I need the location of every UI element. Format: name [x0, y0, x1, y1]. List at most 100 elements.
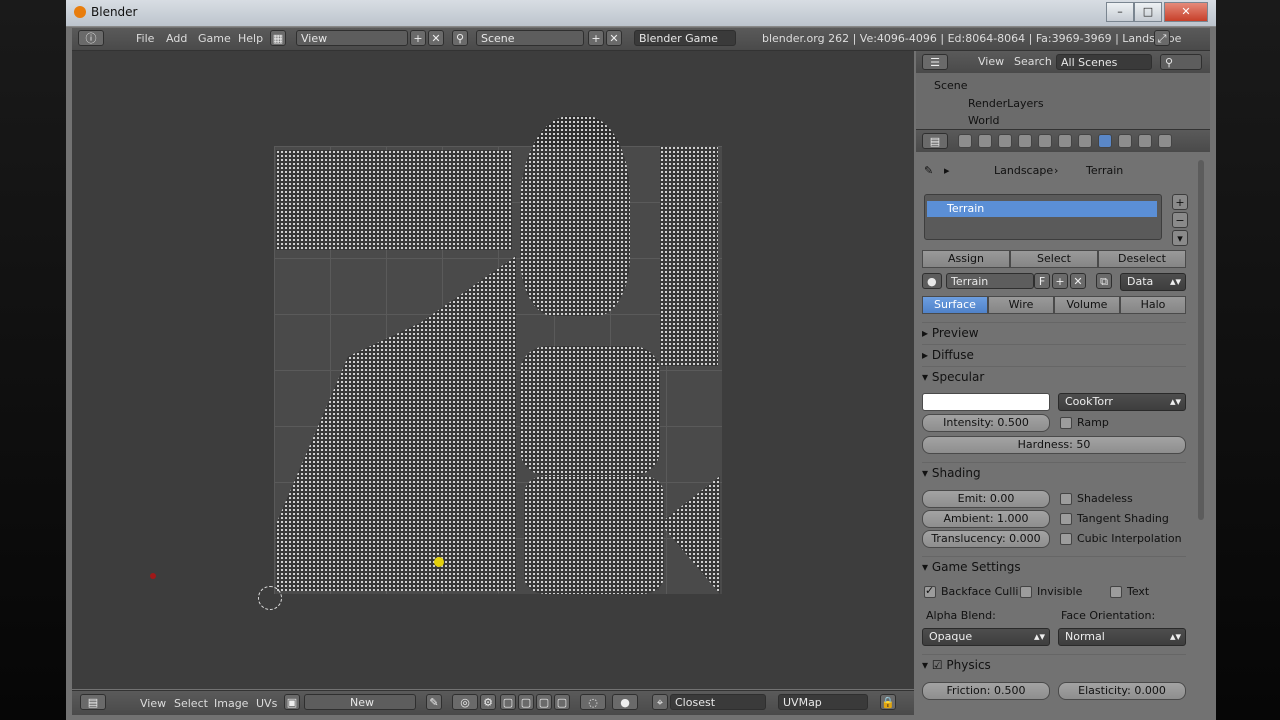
tab-wire[interactable]: Wire	[988, 296, 1054, 314]
outliner-item-renderlayers[interactable]: RenderLayers	[968, 97, 1044, 110]
pin-icon[interactable]: ✎	[426, 694, 442, 710]
select-button[interactable]: Select	[1010, 250, 1098, 268]
lock-icon[interactable]: 🔒	[880, 694, 896, 710]
object-tab-icon[interactable]	[1018, 134, 1032, 148]
menu-uvs[interactable]: UVs	[256, 697, 277, 710]
invisible-checkbox[interactable]	[1020, 586, 1032, 598]
editor-type-icon[interactable]: ⓘ	[78, 30, 104, 46]
diffuse-panel-header[interactable]: ▸ Diffuse	[922, 344, 1186, 365]
render-engine-dropdown[interactable]: Blender Game	[634, 30, 736, 46]
backface-culling-checkbox[interactable]	[924, 584, 936, 598]
face-orientation-dropdown[interactable]: Normal ▴▾	[1058, 628, 1186, 646]
snap-icon[interactable]: ●	[612, 694, 638, 710]
remove-slot-icon[interactable]: −	[1172, 212, 1188, 228]
menu-file[interactable]: File	[136, 32, 154, 45]
elasticity-slider[interactable]: Elasticity: 0.000	[1058, 682, 1186, 700]
scene-field[interactable]: Scene	[476, 30, 584, 46]
outliner-type-icon[interactable]: ☰	[922, 54, 948, 70]
select-face-icon[interactable]: ▢	[536, 694, 552, 710]
alpha-blend-dropdown[interactable]: Opaque ▴▾	[922, 628, 1050, 646]
close-button[interactable]: ✕	[1164, 2, 1208, 22]
data-tab-icon[interactable]	[1078, 134, 1092, 148]
preview-panel-header[interactable]: ▸ Preview	[922, 322, 1186, 343]
sticky-selection-dropdown[interactable]: Closest	[670, 694, 766, 710]
scene-tab-icon[interactable]	[978, 134, 992, 148]
text-checkbox[interactable]	[1110, 586, 1122, 598]
outliner-search-menu[interactable]: Search	[1014, 55, 1052, 68]
slot-menu-icon[interactable]: ▾	[1172, 230, 1188, 246]
specular-shader-dropdown[interactable]: CookTorr ▴▾	[1058, 393, 1186, 411]
menu-view[interactable]: View	[140, 697, 166, 710]
new-image-button[interactable]: New	[304, 694, 416, 710]
world-tab-icon[interactable]	[998, 134, 1012, 148]
shading-panel-header[interactable]: ▾ Shading	[922, 462, 1186, 483]
outliner-item-world[interactable]: World	[968, 114, 1000, 127]
pin-icon[interactable]: ✎	[924, 164, 933, 177]
ramp-checkbox[interactable]	[1060, 417, 1072, 429]
material-slot-item[interactable]: Terrain	[927, 201, 1157, 217]
fullscreen-icon[interactable]: ⤢	[1154, 30, 1170, 46]
scene-icon[interactable]: ⚲	[452, 30, 468, 46]
modifiers-tab-icon[interactable]	[1058, 134, 1072, 148]
cubic-interpolation-checkbox[interactable]	[1060, 533, 1072, 545]
properties-scrollbar[interactable]	[1198, 160, 1204, 520]
copy-material-icon[interactable]: ⧉	[1096, 273, 1112, 289]
physics-panel-header[interactable]: ▾ ☑ Physics	[922, 654, 1186, 675]
pivot-icon[interactable]: ◎	[452, 694, 478, 710]
tangent-shading-checkbox[interactable]	[1060, 513, 1072, 525]
menu-add[interactable]: Add	[166, 32, 187, 45]
display-mode-dropdown[interactable]: All Scenes	[1056, 54, 1152, 70]
tab-halo[interactable]: Halo	[1120, 296, 1186, 314]
scene-add-icon[interactable]: +	[588, 30, 604, 46]
menu-image[interactable]: Image	[214, 697, 248, 710]
hardness-slider[interactable]: Hardness: 50	[922, 436, 1186, 454]
particles-tab-icon[interactable]	[1138, 134, 1152, 148]
menu-game[interactable]: Game	[198, 32, 231, 45]
texture-tab-icon[interactable]	[1118, 134, 1132, 148]
minimize-button[interactable]: –	[1106, 2, 1134, 22]
maximize-button[interactable]: □	[1134, 2, 1162, 22]
uvmap-field[interactable]: UVMap	[778, 694, 868, 710]
uv-image-editor[interactable]	[72, 51, 914, 689]
physics-tab-icon[interactable]	[1158, 134, 1172, 148]
outliner-item-scene[interactable]: Scene	[934, 79, 968, 92]
editor-type-icon[interactable]: ▤	[80, 694, 106, 710]
menu-help[interactable]: Help	[238, 32, 263, 45]
specular-color-swatch[interactable]	[922, 393, 1050, 411]
select-edge-icon[interactable]: ▢	[518, 694, 534, 710]
select-island-icon[interactable]: ▢	[554, 694, 570, 710]
game-settings-panel-header[interactable]: ▾ Game Settings	[922, 556, 1186, 577]
properties-type-icon[interactable]: ▤	[922, 133, 948, 149]
tab-volume[interactable]: Volume	[1054, 296, 1120, 314]
friction-slider[interactable]: Friction: 0.500	[922, 682, 1050, 700]
specular-panel-header[interactable]: ▾ Specular	[922, 366, 1186, 387]
add-slot-icon[interactable]: +	[1172, 194, 1188, 210]
outliner-view-menu[interactable]: View	[978, 55, 1004, 68]
fake-user-button[interactable]: F	[1034, 273, 1050, 289]
material-browse-icon[interactable]: ●	[922, 273, 942, 289]
screen-layout-field[interactable]: View	[296, 30, 408, 46]
tab-surface[interactable]: Surface	[922, 296, 988, 314]
emit-slider[interactable]: Emit: 0.00	[922, 490, 1050, 508]
image-browse-icon[interactable]: ▣	[284, 694, 300, 710]
link-dropdown[interactable]: Data ▴▾	[1120, 273, 1186, 291]
material-slot-list[interactable]: Terrain	[924, 194, 1162, 240]
screen-remove-icon[interactable]: ✕	[428, 30, 444, 46]
screen-add-icon[interactable]: +	[410, 30, 426, 46]
render-tab-icon[interactable]	[958, 134, 972, 148]
scene-remove-icon[interactable]: ✕	[606, 30, 622, 46]
material-tab-icon[interactable]	[1098, 134, 1112, 148]
sync-icon[interactable]: ⚙	[480, 694, 496, 710]
material-name-field[interactable]: Terrain	[946, 273, 1034, 289]
screen-layout-icon[interactable]: ▦	[270, 30, 286, 46]
sticky-icon[interactable]: ⌖	[652, 694, 668, 710]
select-vertex-icon[interactable]: ▢	[500, 694, 516, 710]
proportional-icon[interactable]: ◌	[580, 694, 606, 710]
search-icon[interactable]: ⚲	[1160, 54, 1202, 70]
deselect-button[interactable]: Deselect	[1098, 250, 1186, 268]
constraints-tab-icon[interactable]	[1038, 134, 1052, 148]
new-material-icon[interactable]: +	[1052, 273, 1068, 289]
intensity-slider[interactable]: Intensity: 0.500	[922, 414, 1050, 432]
shadeless-checkbox[interactable]	[1060, 493, 1072, 505]
ambient-slider[interactable]: Ambient: 1.000	[922, 510, 1050, 528]
